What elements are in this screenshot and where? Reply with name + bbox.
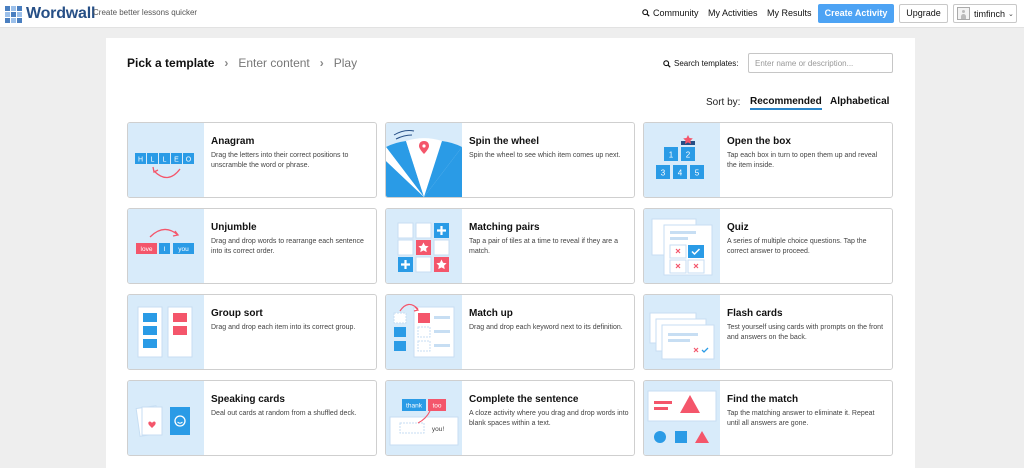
card-title: Find the match xyxy=(727,394,799,405)
svg-text:3: 3 xyxy=(661,169,666,178)
svg-text:4: 4 xyxy=(678,169,683,178)
template-card-quiz[interactable]: Quiz A series of multiple choice questio… xyxy=(643,208,893,284)
quiz-icon xyxy=(644,209,720,283)
upgrade-button[interactable]: Upgrade xyxy=(899,4,948,23)
anagram-icon: H L L E O xyxy=(128,123,204,197)
svg-text:you!: you! xyxy=(432,426,444,433)
card-title: Quiz xyxy=(727,222,749,233)
card-title: Matching pairs xyxy=(469,222,540,233)
nav-community[interactable]: Community xyxy=(642,8,699,18)
tagline: Create better lessons quicker xyxy=(93,8,198,17)
search-icon xyxy=(642,9,650,17)
svg-text:you: you xyxy=(178,246,189,253)
match-up-icon xyxy=(386,295,462,369)
breadcrumb: Pick a template › Enter content › Play xyxy=(127,56,357,70)
card-description: Tap each box in turn to open them up and… xyxy=(727,152,878,169)
chevron-right-icon: › xyxy=(224,56,229,70)
svg-text:1: 1 xyxy=(669,151,674,160)
card-description: Drag and drop each item into its correct… xyxy=(211,324,356,331)
open-box-icon: 1 2 3 4 5 xyxy=(644,123,720,197)
card-description: A series of multiple choice questions. T… xyxy=(727,238,867,255)
matching-pairs-icon xyxy=(386,209,462,283)
card-title: Spin the wheel xyxy=(469,136,540,147)
card-description: Tap a pair of tiles at a time to reveal … xyxy=(469,238,619,255)
group-sort-icon xyxy=(128,295,204,369)
logo-text: Wordwall xyxy=(26,5,96,22)
card-description: A cloze activity where you drag and drop… xyxy=(469,410,629,427)
card-description: Drag and drop words to rearrange each se… xyxy=(211,238,364,255)
svg-text:O: O xyxy=(186,157,192,164)
card-description: Test yourself using cards with prompts o… xyxy=(727,324,884,341)
svg-text:L: L xyxy=(163,157,167,164)
template-card-unjumble[interactable]: love I you Unjumble Drag and drop words … xyxy=(127,208,377,284)
card-title: Speaking cards xyxy=(211,394,285,405)
card-title: Group sort xyxy=(211,308,263,319)
wordwall-logo[interactable]: Wordwall xyxy=(5,5,95,23)
spin-wheel-icon xyxy=(386,123,462,197)
breadcrumb-step-play: Play xyxy=(333,56,358,70)
username: timfinch xyxy=(974,8,1006,19)
card-description: Deal out cards at random from a shuffled… xyxy=(211,410,357,417)
svg-text:H: H xyxy=(138,157,143,164)
template-card-complete-the-sentence[interactable]: thank too you! Complete the sentence A c… xyxy=(385,380,635,456)
svg-text:too: too xyxy=(432,403,441,410)
search-templates-label: Search templates: xyxy=(663,59,738,68)
breadcrumb-step-pick-template: Pick a template xyxy=(127,56,215,70)
unjumble-icon: love I you xyxy=(128,209,204,283)
card-title: Flash cards xyxy=(727,308,783,319)
card-description: Drag the letters into their correct posi… xyxy=(211,152,349,169)
sort-recommended[interactable]: Recommended xyxy=(750,96,822,110)
chevron-right-icon: › xyxy=(319,56,324,70)
user-menu[interactable]: timfinch ⌄ xyxy=(953,4,1017,23)
template-picker-panel: Pick a template › Enter content › Play S… xyxy=(106,38,915,468)
search-input[interactable] xyxy=(748,53,893,73)
card-title: Unjumble xyxy=(211,222,257,233)
card-title: Complete the sentence xyxy=(469,394,579,405)
find-match-icon xyxy=(644,381,720,455)
top-bar: Wordwall Create better lessons quicker C… xyxy=(0,0,1024,28)
card-description: Drag and drop each keyword next to its d… xyxy=(469,324,623,331)
card-title: Open the box xyxy=(727,136,791,147)
card-description: Spin the wheel to see which item comes u… xyxy=(469,152,621,159)
svg-text:L: L xyxy=(151,157,155,164)
template-card-open-the-box[interactable]: 1 2 3 4 5 Open the box Tap each box in t… xyxy=(643,122,893,198)
svg-text:I: I xyxy=(164,246,166,253)
svg-text:E: E xyxy=(174,157,179,164)
card-title: Match up xyxy=(469,308,513,319)
card-description: Tap the matching answer to eliminate it.… xyxy=(727,410,875,427)
speaking-cards-icon xyxy=(128,381,204,455)
flash-cards-icon xyxy=(644,295,720,369)
template-card-match-up[interactable]: Match up Drag and drop each keyword next… xyxy=(385,294,635,370)
nav-my-results[interactable]: My Results xyxy=(767,8,812,18)
svg-text:5: 5 xyxy=(695,169,700,178)
nav-my-activities[interactable]: My Activities xyxy=(708,8,758,18)
complete-sentence-icon: thank too you! xyxy=(386,381,462,455)
chevron-down-icon: ⌄ xyxy=(1008,10,1014,18)
template-card-spin-the-wheel[interactable]: Spin the wheel Spin the wheel to see whi… xyxy=(385,122,635,198)
template-card-anagram[interactable]: H L L E O Anagram Drag the letters into … xyxy=(127,122,377,198)
svg-text:2: 2 xyxy=(686,151,691,160)
logo-icon xyxy=(5,5,22,23)
avatar xyxy=(957,7,970,20)
template-card-matching-pairs[interactable]: Matching pairs Tap a pair of tiles at a … xyxy=(385,208,635,284)
sort-by-label: Sort by: xyxy=(706,97,741,108)
sort-alphabetical[interactable]: Alphabetical xyxy=(830,96,889,107)
template-card-flash-cards[interactable]: Flash cards Test yourself using cards wi… xyxy=(643,294,893,370)
card-title: Anagram xyxy=(211,136,255,147)
search-label-text: Search templates: xyxy=(674,59,739,68)
breadcrumb-step-enter-content: Enter content xyxy=(238,56,310,70)
template-card-find-the-match[interactable]: Find the match Tap the matching answer t… xyxy=(643,380,893,456)
template-card-group-sort[interactable]: Group sort Drag and drop each item into … xyxy=(127,294,377,370)
template-card-speaking-cards[interactable]: Speaking cards Deal out cards at random … xyxy=(127,380,377,456)
svg-text:love: love xyxy=(141,246,153,253)
nav-community-label: Community xyxy=(653,8,699,18)
create-activity-button[interactable]: Create Activity xyxy=(818,4,894,23)
search-icon xyxy=(663,59,671,68)
svg-text:thank: thank xyxy=(406,403,423,410)
